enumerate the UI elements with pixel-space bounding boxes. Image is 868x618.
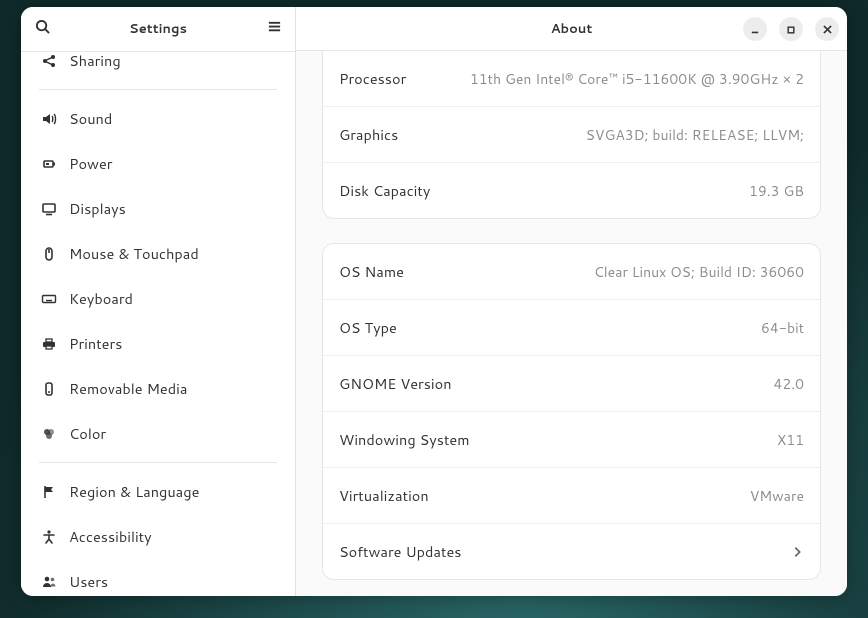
minimize-button[interactable] [743,17,767,41]
chevron-right-icon [790,545,804,559]
row-value: 42.0 [773,374,804,394]
about-row-disk-capacity: Disk Capacity 19.3 GB [323,162,820,218]
sidebar-item-label: Power [69,153,112,174]
row-label: Software Updates [339,541,461,562]
sidebar-item-label: Region & Language [69,481,199,502]
sidebar-item-removable-media[interactable]: Removable Media [21,366,295,411]
sidebar-item-keyboard[interactable]: Keyboard [21,276,295,321]
sidebar-item-accessibility[interactable]: Accessibility [21,514,295,559]
sidebar-list: Sharing Sound Power Displays Mouse & Touchpa… [21,34,295,596]
sidebar-separator [39,462,277,463]
mouse-icon [41,246,57,262]
sidebar-item-displays[interactable]: Displays [21,186,295,231]
sidebar-item-sound[interactable]: Sound [21,96,295,141]
row-label: Disk Capacity [339,180,430,201]
users-icon [41,574,57,590]
sidebar-item-label: Sound [69,108,112,129]
sidebar-item-label: Mouse & Touchpad [69,243,199,264]
keyboard-icon [41,291,57,307]
sidebar-item-label: Printers [69,333,122,354]
about-row-graphics: Graphics SVGA3D; build: RELEASE; LLVM; [323,106,820,162]
share-icon [41,53,57,69]
maximize-icon [787,19,795,39]
sidebar-item-power[interactable]: Power [21,141,295,186]
sidebar-item-color[interactable]: Color [21,411,295,456]
about-row-gnome-version: GNOME Version 42.0 [323,355,820,411]
row-value: SVGA3D; build: RELEASE; LLVM; [586,125,804,145]
window-controls [743,17,839,41]
row-value: 64-bit [761,318,804,338]
settings-window: Settings SharingSoundPowerDisplaysMouse … [21,7,847,596]
sidebar-item-label: Displays [69,198,126,219]
sidebar-item-label: Accessibility [69,526,152,547]
software-card: OS NameClear Linux OS; Build ID: 36060OS… [322,243,821,580]
row-label: Processor [339,68,406,89]
about-row-processor: Processor 11th Gen Intel® Core™ i5-11600K… [323,51,820,106]
sidebar-item-users[interactable]: Users [21,559,295,596]
row-label: OS Name [339,261,404,282]
sidebar-item-sharing[interactable]: Sharing [21,38,295,83]
printer-icon [41,336,57,352]
row-value: 11th Gen Intel® Core™ i5-11600K @ 3.90GH… [470,69,804,89]
maximize-button[interactable] [779,17,803,41]
sidebar-item-label: Users [69,571,108,592]
access-icon [41,529,57,545]
sidebar-item-label: Keyboard [69,288,133,309]
about-row-virtualization: Virtualization VMware [323,467,820,523]
sidebar-pane: Settings SharingSoundPowerDisplaysMouse … [21,7,296,596]
sidebar-item-label: Removable Media [69,378,187,399]
row-label: OS Type [339,317,397,338]
hardware-card: Processor 11th Gen Intel® Core™ i5-11600K… [322,51,821,219]
about-row-software-updates[interactable]: Software Updates [323,523,820,579]
row-label: Virtualization [339,485,429,506]
row-value: 19.3 GB [749,181,804,201]
power-icon [41,156,57,172]
display-icon [41,201,57,217]
row-value: VMware [750,486,804,506]
close-button[interactable] [815,17,839,41]
about-row-os-name: OS Name Clear Linux OS; Build ID: 36060 [323,244,820,299]
row-value: X11 [777,430,804,450]
sidebar-item-label: Sharing [69,50,121,71]
about-row-os-type: OS Type 64-bit [323,299,820,355]
sidebar-item-printers[interactable]: Printers [21,321,295,366]
volume-icon [41,111,57,127]
row-label: GNOME Version [339,373,452,394]
sidebar-separator [39,89,277,90]
content-pane: About Proc [296,7,847,596]
close-icon [823,19,832,39]
row-value: Clear Linux OS; Build ID: 36060 [594,262,804,282]
sidebar-item-region-language[interactable]: Region & Language [21,469,295,514]
row-label: Graphics [339,124,398,145]
flag-icon [41,484,57,500]
sidebar-item-label: Color [69,423,106,444]
color-icon [41,426,57,442]
content-header: About [296,7,847,51]
about-content: Processor 11th Gen Intel® Core™ i5-11600K… [296,51,847,596]
media-icon [41,381,57,397]
row-label: Windowing System [339,429,470,450]
about-row-windowing-system: Windowing System X11 [323,411,820,467]
minimize-icon [751,19,759,39]
sidebar-item-mouse-touchpad[interactable]: Mouse & Touchpad [21,231,295,276]
